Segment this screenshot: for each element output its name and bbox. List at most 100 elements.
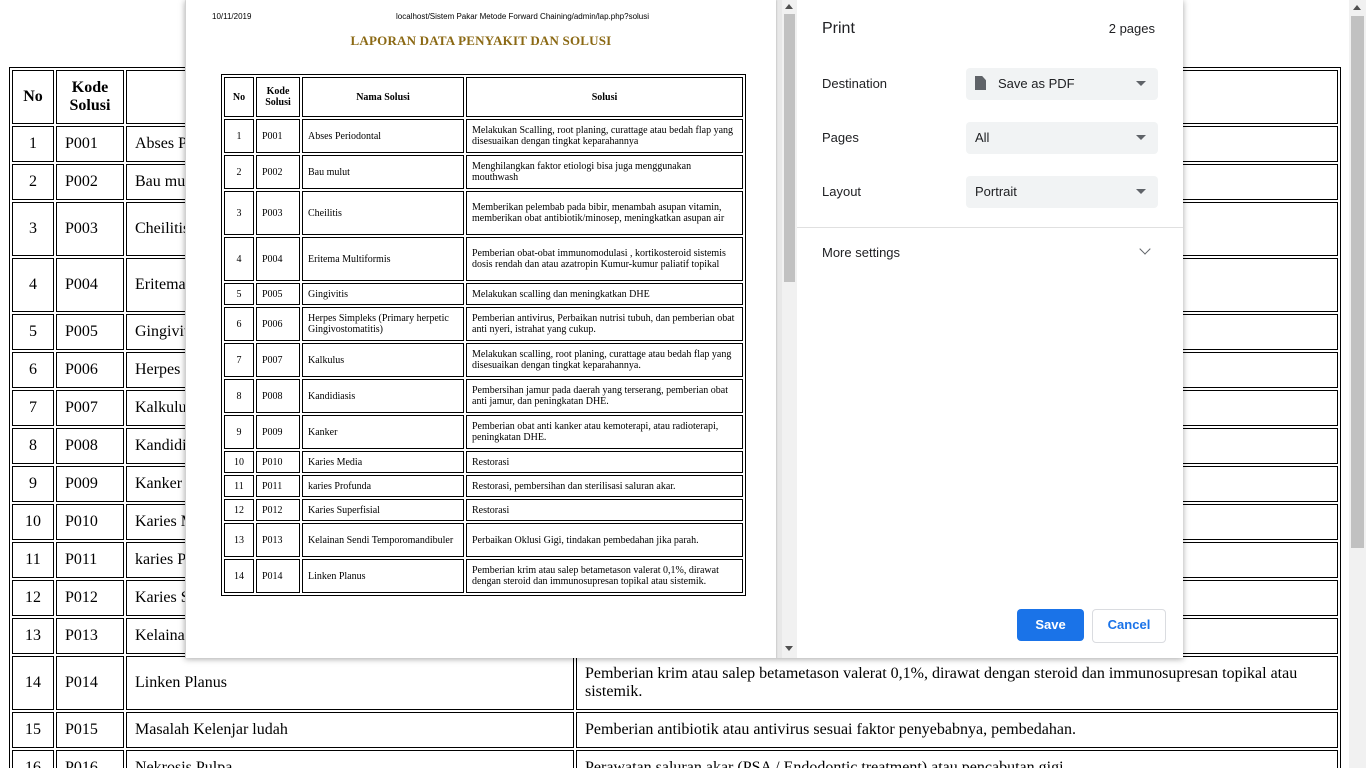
cell-solusi: Pemberian obat-obat immunomodulasi , kor… <box>466 237 743 281</box>
cell-no: 6 <box>224 307 254 341</box>
table-row: 5 P005 Gingivitis Melakukan scalling dan me… <box>224 283 743 305</box>
cell-nama: Herpes Simpleks (Primary herpetic Gingiv… <box>302 307 464 341</box>
scroll-up-arrow-icon[interactable] <box>785 4 793 9</box>
cell-kode: P006 <box>256 307 300 341</box>
destination-label: Destination <box>822 76 888 91</box>
cell-nama: Kelainan Sendi Temporomandibuler <box>302 523 464 557</box>
pages-label: Pages <box>822 130 859 145</box>
cell-kode: P004 <box>256 237 300 281</box>
cell-kode: P013 <box>256 523 300 557</box>
cell-nama: Kandidiasis <box>302 379 464 413</box>
table-row: 6 P006 Herpes Simpleks (Primary herpetic G… <box>224 307 743 341</box>
cell-no: 13 <box>224 523 254 557</box>
cell-solusi: Melakukan scalling, root planing, curatt… <box>466 343 743 377</box>
table-row: 15 P015 Masalah Kelenjar ludah Pemberian an… <box>12 712 1338 748</box>
cell-kode: P005 <box>256 283 300 305</box>
cell-nama: Bau mulut <box>302 155 464 189</box>
cell-kode: P006 <box>56 352 124 388</box>
cell-no: 8 <box>224 379 254 413</box>
cell-solusi: Pemberian antibiotik atau antivirus sesu… <box>576 712 1338 748</box>
header-kode-solusi: Kode Solusi <box>256 77 300 117</box>
cell-no: 15 <box>12 712 54 748</box>
cell-no: 7 <box>12 390 54 426</box>
cell-kode: P011 <box>56 542 124 578</box>
table-row: 10 P010 Karies Media Restorasi <box>224 451 743 473</box>
cell-kode: P008 <box>56 428 124 464</box>
page-scrollbar[interactable] <box>1349 0 1366 768</box>
table-row: 1 P001 Abses Periodontal Melakukan Scalling… <box>224 119 743 153</box>
cell-nama: Masalah Kelenjar ludah <box>126 712 574 748</box>
preview-solution-table: No Kode Solusi Nama Solusi Solusi 1 P001 A… <box>221 74 746 596</box>
cell-kode: P012 <box>56 580 124 616</box>
pages-value: All <box>975 130 990 145</box>
cell-no: 2 <box>12 164 54 200</box>
print-settings-panel: Print 2 pages Destination Save as PDF Pa… <box>797 0 1183 658</box>
cell-no: 14 <box>12 656 54 710</box>
table-row: 2 P002 Bau mulut Menghilangkan faktor etiol… <box>224 155 743 189</box>
cell-nama: karies Profunda <box>302 475 464 497</box>
report-title: LAPORAN DATA PENYAKIT DAN SOLUSI <box>350 33 612 48</box>
header-kode-solusi: Kode Solusi <box>56 70 124 124</box>
cell-kode: P008 <box>256 379 300 413</box>
cell-solusi: Perbaikan Oklusi Gigi, tindakan pembedah… <box>466 523 743 557</box>
cell-no: 11 <box>224 475 254 497</box>
cell-kode: P012 <box>256 499 300 521</box>
destination-select[interactable]: Save as PDF <box>966 68 1158 100</box>
cell-no: 8 <box>12 428 54 464</box>
cell-no: 9 <box>224 415 254 449</box>
table-row: 3 P003 Cheilitis Memberikan pelembab pada b… <box>224 191 743 235</box>
cell-kode: P010 <box>56 504 124 540</box>
cell-no: 1 <box>12 126 54 162</box>
cell-kode: P014 <box>256 559 300 593</box>
cell-kode: P007 <box>56 390 124 426</box>
cell-no: 7 <box>224 343 254 377</box>
cell-nama: Cheilitis <box>302 191 464 235</box>
pages-select[interactable]: All <box>966 122 1158 154</box>
more-settings-toggle[interactable]: More settings <box>822 245 900 260</box>
scroll-down-arrow-icon[interactable] <box>785 646 793 651</box>
cell-kode: P016 <box>56 750 124 768</box>
table-header-row: No Kode Solusi Nama Solusi Solusi <box>224 77 743 117</box>
scrollbar-thumb[interactable] <box>784 14 795 282</box>
header-no: No <box>12 70 54 124</box>
cell-solusi: Restorasi, pembersihan dan sterilisasi s… <box>466 475 743 497</box>
cell-solusi: Menghilangkan faktor etiologi bisa juga … <box>466 155 743 189</box>
print-preview: 10/11/2019 localhost/Sistem Pakar Metode… <box>185 0 797 658</box>
cell-nama: Nekrosis Pulpa <box>126 750 574 768</box>
table-row: 11 P011 karies Profunda Restorasi, pembersi… <box>224 475 743 497</box>
save-button[interactable]: Save <box>1017 609 1084 641</box>
settings-divider <box>797 227 1183 228</box>
layout-select[interactable]: Portrait <box>966 176 1158 208</box>
cell-kode: P001 <box>256 119 300 153</box>
cell-kode: P001 <box>56 126 124 162</box>
chevron-down-icon <box>1136 81 1146 86</box>
table-row: 7 P007 Kalkulus Melakukan scalling, root pl… <box>224 343 743 377</box>
cell-kode: P003 <box>256 191 300 235</box>
cell-solusi: Melakukan Scalling, root planing, curatt… <box>466 119 743 153</box>
cell-no: 10 <box>12 504 54 540</box>
header-no: No <box>224 77 254 117</box>
cell-no: 6 <box>12 352 54 388</box>
chevron-down-icon <box>1136 135 1146 140</box>
cancel-button[interactable]: Cancel <box>1092 609 1166 643</box>
cell-kode: P015 <box>56 712 124 748</box>
cell-kode: P003 <box>56 202 124 256</box>
preview-scrollbar[interactable] <box>782 0 797 658</box>
chevron-down-icon[interactable] <box>1139 243 1151 255</box>
scrollbar-thumb[interactable] <box>1351 16 1364 548</box>
cell-solusi: Pemberian krim atau salep betametason va… <box>466 559 743 593</box>
cell-no: 12 <box>12 580 54 616</box>
cell-kode: P002 <box>256 155 300 189</box>
cell-no: 13 <box>12 618 54 654</box>
table-row: 14 P014 Linken Planus Pemberian krim atau s… <box>12 656 1338 710</box>
cell-nama: Linken Planus <box>302 559 464 593</box>
cell-kode: P002 <box>56 164 124 200</box>
cell-solusi: Melakukan scalling dan meningkatkan DHE <box>466 283 743 305</box>
cell-nama: Kalkulus <box>302 343 464 377</box>
cell-kode: P009 <box>256 415 300 449</box>
scroll-up-arrow-icon[interactable] <box>1353 5 1361 10</box>
cell-kode: P005 <box>56 314 124 350</box>
cell-solusi: Pemberian krim atau salep betametason va… <box>576 656 1338 710</box>
cell-kode: P009 <box>56 466 124 502</box>
cell-solusi: Restorasi <box>466 451 743 473</box>
